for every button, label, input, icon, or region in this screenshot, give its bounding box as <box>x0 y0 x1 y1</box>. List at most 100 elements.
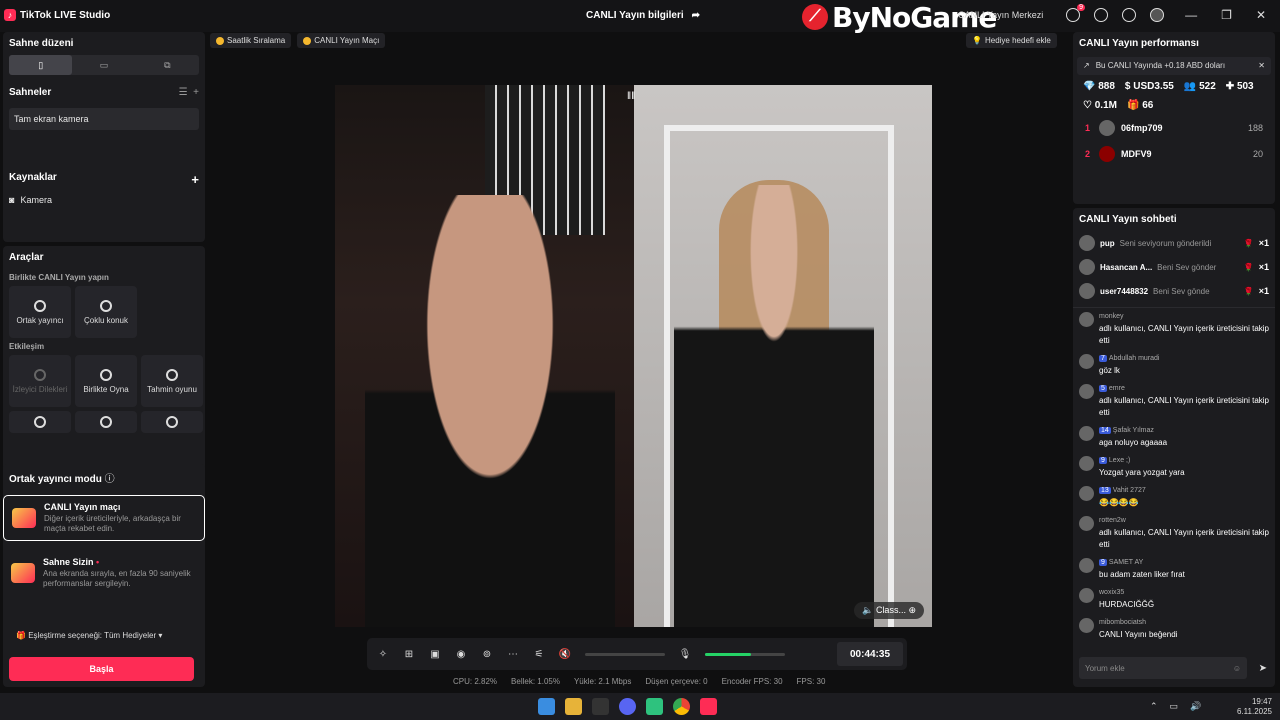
help-icon[interactable] <box>1094 8 1108 22</box>
record-icon[interactable]: ◉ <box>455 648 467 660</box>
guest-label[interactable]: 🔈 Class... ⊕ <box>854 602 924 619</box>
share-icon[interactable]: ➦ <box>692 10 700 21</box>
start-button[interactable]: Başla <box>9 657 194 681</box>
right-sidebar: CANLI Yayın performansı ↗ Bu CANLI Yayınd… <box>1070 32 1275 687</box>
usd-stat: $ USD3.55 <box>1124 81 1174 92</box>
chrome-icon[interactable] <box>673 698 690 715</box>
control-bar: ✧ ⊞ ▣ ◉ ⊚ ⋯ ⚟ 🔇 🎙 00:44:35 <box>367 638 907 670</box>
maximize-icon[interactable]: ❐ <box>1221 8 1232 22</box>
close-banner-icon[interactable]: ✕ <box>1258 61 1265 71</box>
live-info-title[interactable]: CANLI Yayın bilgileri ➦ <box>586 10 700 21</box>
diamond-stat: 💎 888 <box>1083 81 1115 92</box>
list-icon[interactable]: ☰ <box>179 87 188 98</box>
gamepad-icon <box>100 368 112 381</box>
volume-icon[interactable]: 🔊 <box>1190 701 1201 712</box>
chat-panel: CANLI Yayın sohbeti pup Seni seviyorum gö… <box>1073 208 1275 687</box>
stream-timer: 00:44:35 <box>837 642 903 666</box>
play-together-button[interactable]: Birlikte Oyna <box>75 355 137 407</box>
earnings-banner: ↗ Bu CANLI Yayında +0.18 ABD doları ✕ <box>1077 57 1271 75</box>
multi-layout-tab[interactable]: ⧉ <box>136 55 199 75</box>
camera-switch-icon[interactable]: ⊚ <box>481 648 493 660</box>
video-preview[interactable]: 🔈 Class... ⊕ ‖‖ <box>335 85 932 627</box>
source-item[interactable]: ◙ Kamera <box>3 193 205 207</box>
portrait-layout-tab[interactable]: ▯ <box>9 55 73 75</box>
cohost-mode-title: Ortak yayıncı modu ⓘ <box>9 474 115 485</box>
volume-icon[interactable]: 🔈 <box>862 605 873 615</box>
avatar <box>1079 384 1094 399</box>
viewer-requests-button[interactable]: İzleyici Dilekleri <box>9 355 71 407</box>
screen-icon[interactable]: ▣ <box>429 648 441 660</box>
avatar <box>1079 259 1095 275</box>
file-explorer-icon[interactable] <box>565 698 582 715</box>
trend-icon: ↗ <box>1083 61 1090 70</box>
clock[interactable]: 19:47 6.11.2025 <box>1237 697 1272 717</box>
gift-goal-pill[interactable]: 💡 Hediye hedefi ekle <box>966 33 1057 48</box>
gift-message: pup Seni seviyorum gönderildi 🌹 ×1 <box>1079 231 1269 255</box>
chat-message: 9 Lexe ;) Yozgat yara yozgat yara <box>1079 452 1269 482</box>
followers-stat: ✚ 503 <box>1225 81 1254 92</box>
taskbar: ⌃ ▭ 🔊 19:47 6.11.2025 <box>0 693 1280 720</box>
multi-guest-button[interactable]: Çoklu konuk <box>75 286 137 338</box>
add-source-icon[interactable]: + <box>191 172 199 187</box>
avatar[interactable] <box>1150 8 1164 22</box>
chevron-up-icon[interactable]: ⌃ <box>1150 701 1158 712</box>
gift-icon: 🎁 <box>16 631 26 640</box>
avatar <box>1099 146 1115 162</box>
add-scene-icon[interactable]: + <box>193 87 199 98</box>
stage-yours-card[interactable]: Sahne Sizin • Ana ekranda sırayla, en faz… <box>3 551 205 595</box>
app-icon[interactable] <box>646 698 663 715</box>
gear-icon[interactable] <box>1122 8 1136 22</box>
host-camera-feed <box>335 85 634 627</box>
mixer-icon[interactable]: ⚟ <box>533 648 545 660</box>
landscape-layout-tab[interactable]: ▭ <box>72 55 135 75</box>
close-icon[interactable]: ✕ <box>1256 8 1266 22</box>
windows-start-icon[interactable] <box>538 698 555 715</box>
chat-message: mibombociatsh CANLI Yayını beğendi <box>1079 614 1269 644</box>
tool-more-3[interactable] <box>141 411 203 433</box>
live-match-card[interactable]: CANLI Yayın maçı Diğer içerik üreticileri… <box>3 495 205 541</box>
ranking-row[interactable]: 1 06fmp709 188 <box>1073 115 1275 141</box>
hourly-ranking-pill[interactable]: Saatlik Sıralama <box>210 33 292 48</box>
card-icon <box>166 416 178 428</box>
audio-bars-icon[interactable]: ‖‖ <box>627 91 635 102</box>
terminal-icon[interactable] <box>592 698 609 715</box>
speaker-slider[interactable] <box>585 652 665 656</box>
emoji-icon[interactable]: ☺ <box>1233 664 1241 673</box>
minimize-icon[interactable]: — <box>1185 8 1197 22</box>
message-list: monkey adlı kullanıcı, CANLI Yayın içerik… <box>1073 307 1275 644</box>
mic-level-fill <box>705 652 752 656</box>
discord-icon[interactable] <box>619 698 636 715</box>
scene-item[interactable]: Tam ekran kamera <box>9 108 199 130</box>
speaker-muted-icon[interactable]: 🔇 <box>559 648 571 660</box>
live-center-link[interactable]: CANLI Yayın Merkezi <box>958 10 1043 20</box>
tool-more-2[interactable] <box>75 411 137 433</box>
tiktok-app-icon[interactable] <box>700 698 717 715</box>
mic-icon[interactable]: 🎙 <box>679 648 692 660</box>
scenes-title: Sahneler <box>9 87 52 98</box>
live-match-pill[interactable]: CANLI Yayın Maçı <box>297 33 386 48</box>
bell-icon[interactable]: 9 <box>1066 4 1085 22</box>
match-option-select[interactable]: 🎁 Eşleştirme seçeneği: Tüm Hediyeler ▾ <box>16 631 162 640</box>
more-icon[interactable]: ⋯ <box>507 648 519 660</box>
send-icon[interactable]: ➤ <box>1259 663 1267 674</box>
help-icon[interactable]: ⓘ <box>105 474 115 485</box>
avatar <box>1079 558 1094 573</box>
viewers-stat: 👥 522 <box>1183 81 1216 92</box>
title-bar: ♪ TikTok LIVE Studio CANLI Yayın bilgiler… <box>0 0 1280 34</box>
layout-icon[interactable]: ⊞ <box>403 648 415 660</box>
comment-input[interactable]: Yorum ekle ☺ <box>1079 657 1247 679</box>
guest-camera-feed: 🔈 Class... ⊕ <box>634 85 932 627</box>
mic-slider[interactable] <box>705 652 785 656</box>
chat-title: CANLI Yayın sohbeti <box>1079 214 1177 225</box>
ranking-row[interactable]: 2 MDFV9 20 <box>1073 141 1275 167</box>
stage-layout-title: Sahne düzeni <box>9 38 74 49</box>
effects-icon[interactable]: ✧ <box>377 648 389 660</box>
tool-more-1[interactable] <box>9 411 71 433</box>
gift-list: pup Seni seviyorum gönderildi 🌹 ×1 Hasancan … <box>1073 231 1275 303</box>
network-icon[interactable]: ▭ <box>1170 701 1179 712</box>
cohost-tool-button[interactable]: Ortak yayıncı <box>9 286 71 338</box>
performance-panel: CANLI Yayın performansı ↗ Bu CANLI Yayınd… <box>1073 32 1275 204</box>
interaction-subtitle: Etkileşim <box>9 342 45 351</box>
layout-tabs: ▯ ▭ ⧉ <box>9 55 199 75</box>
prediction-game-button[interactable]: Tahmin oyunu <box>141 355 203 407</box>
